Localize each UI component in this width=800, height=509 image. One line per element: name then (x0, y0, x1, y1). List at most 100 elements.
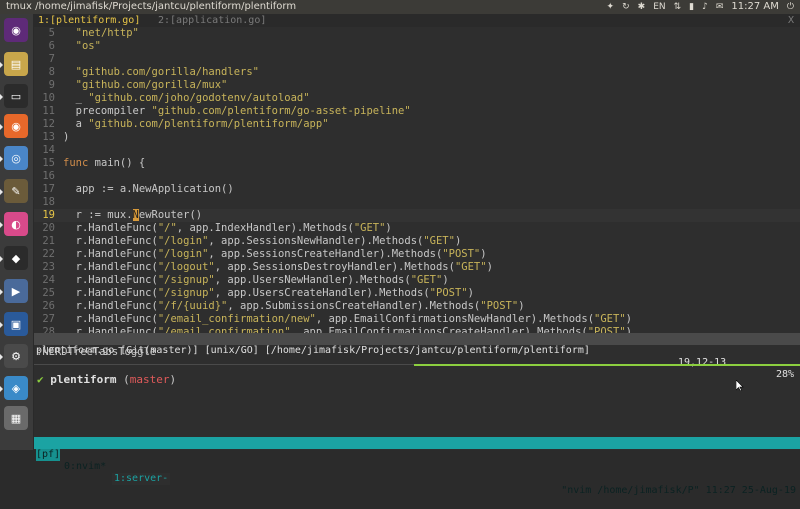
volume-icon[interactable]: ♪ (702, 0, 708, 14)
vim-command-line[interactable]: :NERDTreeTabsToggle (36, 346, 156, 359)
line-number: 6 (48, 40, 55, 52)
code-token: "/email_confirmation/new" (157, 313, 316, 325)
terminal-window[interactable]: 1:[plentiform.go] 2:[application.go] X 5… (34, 14, 800, 496)
keyboard-layout-indicator[interactable]: EN (653, 0, 665, 14)
code-token: "/f/{uuid}" (157, 300, 228, 312)
line-number: 8 (48, 66, 55, 78)
line-number: 12 (42, 118, 55, 130)
color-picker-icon[interactable]: ◐ (0, 212, 28, 236)
tab-close-button[interactable]: X (788, 14, 794, 27)
code-line[interactable]: 12 a "github.com/plentiform/plentiform/a… (34, 118, 800, 131)
code-token: , app.SessionsCreateHandler).Methods( (208, 248, 443, 260)
code-line[interactable]: 26 r.HandleFunc("/f/{uuid}", app.Submiss… (34, 300, 800, 313)
line-number: 27 (42, 313, 55, 325)
code-line[interactable]: 5 "net/http" (34, 27, 800, 40)
code-token: ) (625, 313, 632, 325)
code-token: "/signup" (157, 274, 215, 286)
code-line[interactable]: 23 r.HandleFunc("/logout", app.SessionsD… (34, 261, 800, 274)
vim-statusline: plentiform.go [Git(master)] [unix/GO] [/… (34, 333, 800, 380)
code-token: "github.com/plentiform/go-asset-pipeline… (151, 105, 411, 117)
code-line[interactable]: 17 app := a.NewApplication() (34, 183, 800, 196)
code-line[interactable]: 11 precompiler "github.com/plentiform/go… (34, 105, 800, 118)
code-token: ) (63, 131, 70, 143)
code-line[interactable]: 9 "github.com/gorilla/mux" (34, 79, 800, 92)
code-editor[interactable]: 5 "net/http" 6 "os" 7 8 "github.com/gorilla… (34, 27, 800, 347)
prompt-open-paren: ( (123, 373, 130, 386)
tmux-status-right: "nvim /home/jimafisk/P" 11:27 25-Aug-19 (561, 485, 796, 496)
code-line[interactable]: 10 _ "github.com/joho/godotenv/autoload" (34, 92, 800, 105)
code-token: "github.com/gorilla/handlers" (75, 66, 259, 78)
code-line[interactable]: 21 r.HandleFunc("/login", app.SessionsNe… (34, 235, 800, 248)
active-pane-indicator (414, 364, 800, 366)
code-line[interactable]: 8 "github.com/gorilla/handlers" (34, 66, 800, 79)
line-number: 15 (42, 157, 55, 169)
sync-icon[interactable]: ↻ (622, 0, 630, 14)
tmux-window-server[interactable]: 1:server- (112, 473, 171, 485)
code-line[interactable]: 24 r.HandleFunc("/signup", app.UsersNewH… (34, 274, 800, 287)
code-token: "GET" (353, 222, 386, 234)
code-line[interactable]: 22 r.HandleFunc("/login", app.SessionsCr… (34, 248, 800, 261)
tmux-window-nvim[interactable]: 0:nvim* (64, 461, 106, 473)
tab-plentiform-go[interactable]: 1:[plentiform.go] (38, 14, 140, 27)
bluetooth-icon[interactable]: ✱ (638, 0, 646, 14)
code-token: , app.EmailConfirmationsNewHandler).Meth… (315, 313, 595, 325)
code-token: "/signup" (157, 287, 215, 299)
tab-application-go[interactable]: 2:[application.go] (158, 14, 266, 27)
media-icon[interactable]: ▶ (0, 279, 28, 303)
power-icon[interactable]: ⏻ (787, 0, 794, 14)
clock[interactable]: 11:27 AM (731, 0, 778, 14)
code-token: ) (467, 287, 474, 299)
trash-icon[interactable]: ▦ (4, 406, 28, 430)
code-line[interactable]: 27 r.HandleFunc("/email_confirmation/new… (34, 313, 800, 326)
code-token: ) (486, 261, 493, 273)
code-line[interactable]: 19 r := mux.NewRouter() (34, 209, 800, 222)
code-token: r.HandleFunc( (63, 287, 158, 299)
code-token: "POST" (429, 287, 468, 299)
line-number: 7 (48, 53, 55, 65)
virtualbox-icon[interactable]: ▣ (0, 312, 28, 336)
line-number: 26 (42, 300, 55, 312)
line-number: 5 (48, 27, 55, 39)
code-token: r.HandleFunc( (63, 235, 158, 247)
mail-icon[interactable]: ✉ (716, 0, 724, 14)
code-token: , app.SessionsDestroyHandler).Methods( (214, 261, 455, 273)
chromium-icon[interactable]: ◎ (0, 146, 28, 170)
code-token: "GET" (423, 235, 455, 247)
battery-icon[interactable]: ▮ (689, 0, 694, 14)
code-line[interactable]: 16 (34, 170, 800, 183)
ubuntu-dash-icon[interactable]: ◉ (4, 18, 28, 42)
code-line[interactable]: 6 "os" (34, 40, 800, 53)
code-token: "GET" (410, 274, 443, 286)
firefox-icon[interactable]: ◉ (0, 114, 28, 138)
code-line[interactable]: 14 (34, 144, 800, 157)
shell-prompt[interactable]: ✔ plentiform (master) (37, 373, 176, 386)
code-line[interactable]: 15 func main() { (34, 157, 800, 170)
line-number: 9 (48, 79, 55, 91)
gimp-icon[interactable]: ✎ (0, 179, 28, 203)
code-token: "/logout" (157, 261, 215, 273)
network-icon[interactable]: ◈ (0, 376, 28, 400)
code-line[interactable]: 20 r.HandleFunc("/", app.IndexHandler).M… (34, 222, 800, 235)
tmux-session-name: [pf] (36, 449, 61, 461)
code-token: ) (442, 274, 449, 286)
dropbox-icon[interactable]: ✦ (607, 0, 615, 14)
code-line[interactable]: 18 (34, 196, 800, 209)
terminal-icon[interactable]: ▭ (0, 84, 28, 108)
scroll-percent: 28% (775, 369, 794, 380)
line-number: 22 (42, 248, 55, 260)
tmux-status-bar: [pf] 0:nvim* 1:server- "nvim /home/jimaf… (34, 437, 800, 496)
code-line[interactable]: 25 r.HandleFunc("/signup", app.UsersCrea… (34, 287, 800, 300)
code-token: "POST" (442, 248, 481, 260)
code-line[interactable]: 7 (34, 53, 800, 66)
line-number: 23 (42, 261, 55, 273)
code-token: a (63, 118, 89, 130)
code-line[interactable]: 13) (34, 131, 800, 144)
code-token: , app.IndexHandler).Methods( (176, 222, 354, 234)
inkscape-icon[interactable]: ◆ (0, 246, 28, 270)
network-icon[interactable]: ⇅ (674, 0, 682, 14)
system-settings-icon[interactable]: ⚙ (0, 344, 28, 368)
files-icon[interactable]: ▤ (0, 52, 28, 76)
code-token: precompiler (63, 105, 152, 117)
mouse-cursor-icon (736, 380, 744, 391)
